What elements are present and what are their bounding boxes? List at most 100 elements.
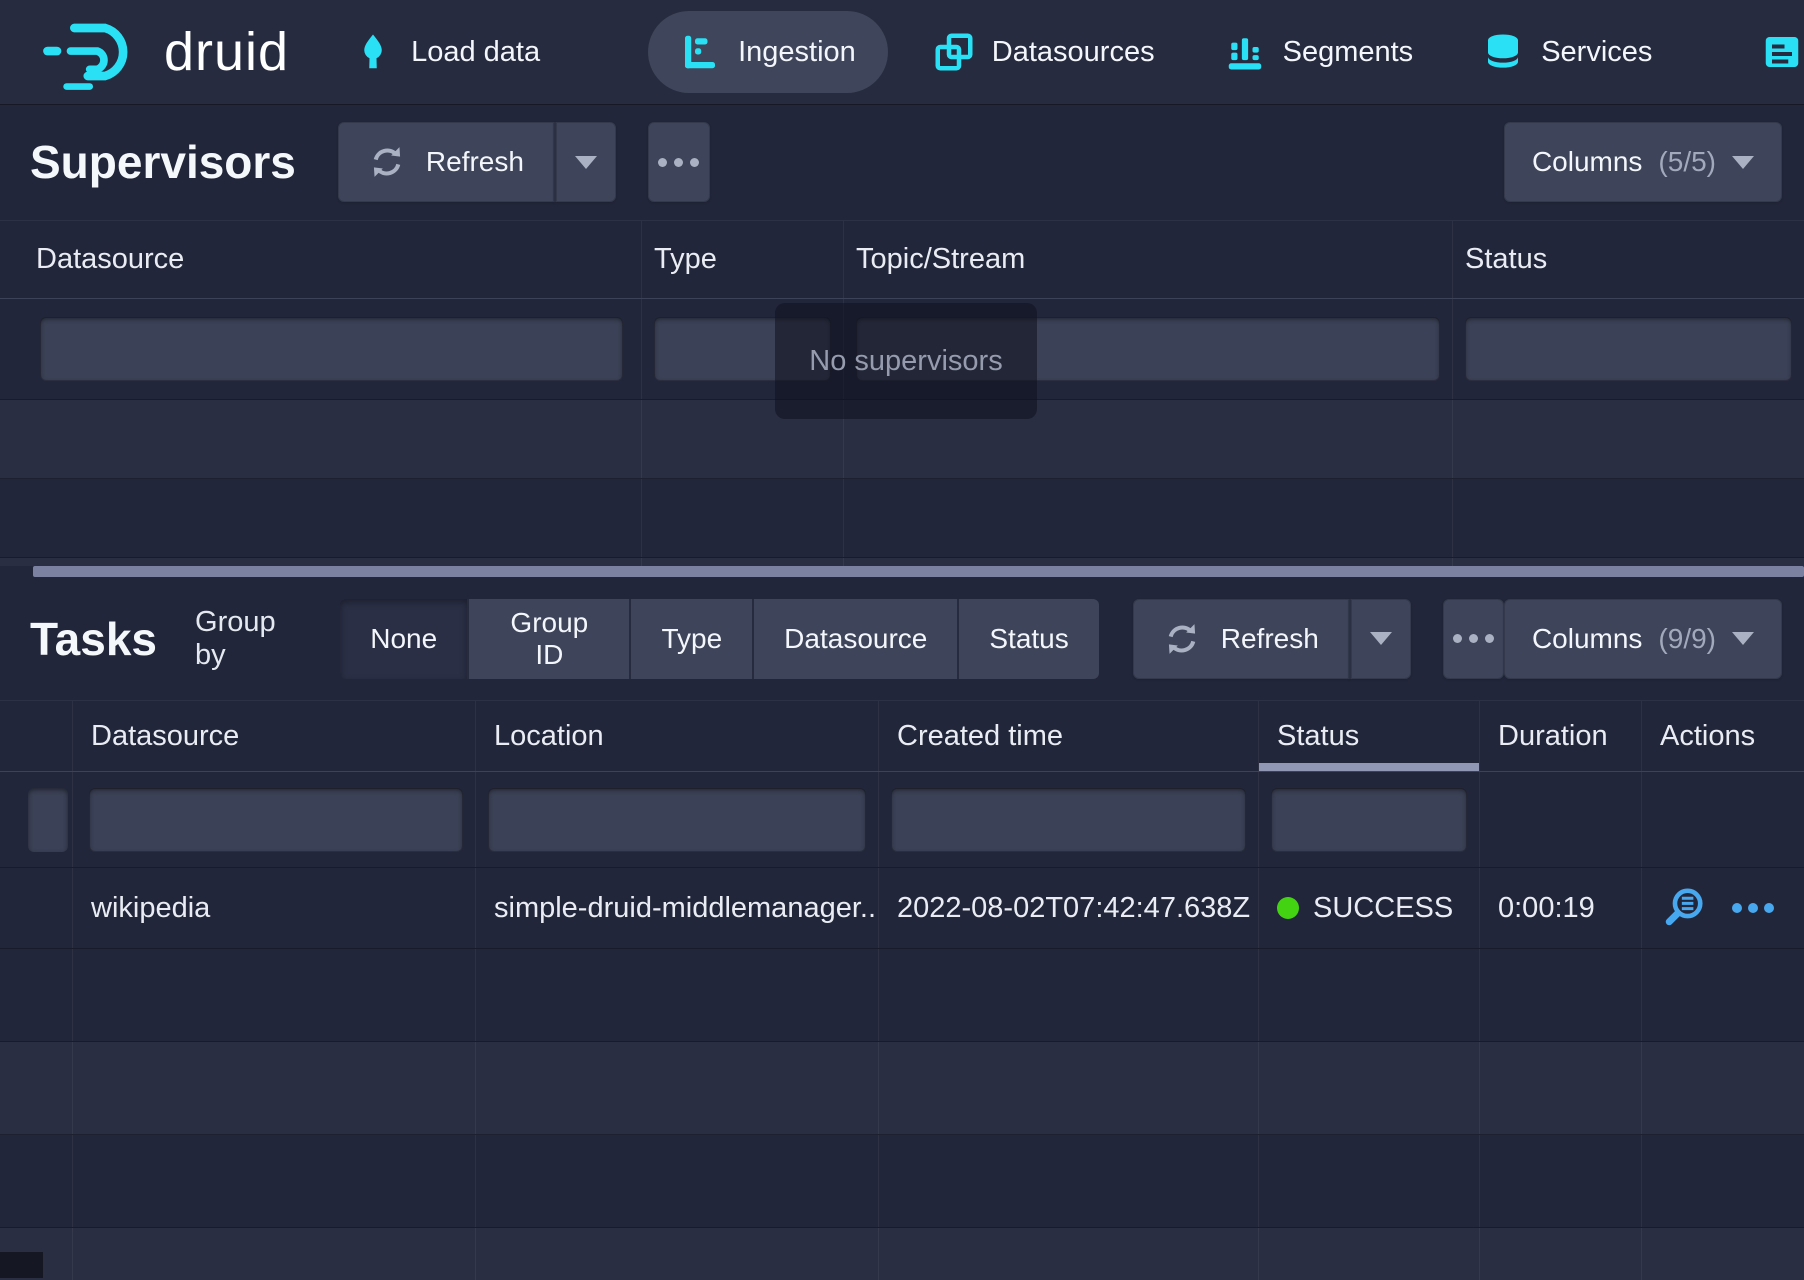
group-by-button-group: None Group ID Type Datasource Status: [340, 599, 1098, 679]
search-detail-icon[interactable]: [1660, 885, 1706, 931]
duration-cell: 0:00:19: [1479, 868, 1641, 948]
column-header-topic-stream[interactable]: Topic/Stream: [843, 221, 1452, 298]
tasks-refresh-button[interactable]: Refresh: [1133, 599, 1349, 679]
refresh-icon: [1163, 620, 1201, 658]
created-time-filter-input[interactable]: [891, 788, 1246, 852]
status-success-dot: [1277, 897, 1299, 919]
tasks-toolbar: Tasks Group by None Group ID Type Dataso…: [0, 577, 1804, 700]
group-by-group-id-button[interactable]: Group ID: [467, 599, 629, 679]
columns-count: (9/9): [1658, 623, 1716, 655]
supervisors-table-header: Datasource Type Topic/Stream Status: [0, 221, 1804, 299]
nav-item-label: Datasources: [992, 36, 1155, 69]
status-filter-input[interactable]: [1465, 317, 1792, 381]
table-row-wikipedia[interactable]: wikipedia simple-druid-middlemanager... …: [0, 868, 1804, 949]
datasource-filter-input[interactable]: [40, 317, 623, 381]
column-header-status[interactable]: Status: [1452, 221, 1804, 298]
nav-item-label: Segments: [1283, 36, 1414, 69]
tasks-columns-button[interactable]: Columns (9/9): [1504, 599, 1782, 679]
segments-icon: [1225, 32, 1265, 72]
group-by-status-button[interactable]: Status: [957, 599, 1098, 679]
druid-logo-icon: [34, 11, 154, 93]
no-supervisors-message: No supervisors: [775, 303, 1037, 419]
refresh-label: Refresh: [426, 146, 524, 178]
tasks-filter-row: [0, 772, 1804, 868]
column-header-actions[interactable]: Actions: [1641, 701, 1804, 771]
actions-cell: [1641, 868, 1804, 948]
location-filter-input[interactable]: [488, 788, 866, 852]
table-row-empty: [0, 1042, 1804, 1135]
horizontal-scrollbar[interactable]: [33, 566, 1804, 577]
supervisors-refresh-split-button: Refresh: [338, 122, 616, 202]
supervisors-refresh-caret-button[interactable]: [554, 122, 616, 202]
column-header-duration[interactable]: Duration: [1479, 701, 1641, 771]
expander-filter-input[interactable]: [28, 788, 68, 852]
columns-label: Columns: [1532, 623, 1642, 655]
supervisors-refresh-button[interactable]: Refresh: [338, 122, 554, 202]
brand-name: druid: [164, 21, 289, 83]
tasks-refresh-caret-button[interactable]: [1349, 599, 1411, 679]
table-row-empty: [0, 1135, 1804, 1228]
scrollbar-corner: [0, 1252, 43, 1278]
status-filter-input[interactable]: [1271, 788, 1467, 852]
services-icon: [1483, 32, 1523, 72]
tasks-table-header: Datasource Location Created time Status …: [0, 701, 1804, 772]
refresh-label: Refresh: [1221, 623, 1319, 655]
column-header-type[interactable]: Type: [641, 221, 843, 298]
supervisors-table: Datasource Type Topic/Stream Status No s…: [0, 220, 1804, 566]
column-header-datasource[interactable]: Datasource: [72, 701, 475, 771]
navbar: druid Load data Ingestion: [0, 0, 1804, 104]
table-row-empty: [0, 479, 1804, 558]
supervisors-title: Supervisors: [30, 135, 296, 189]
datasource-cell[interactable]: wikipedia: [72, 868, 475, 948]
supervisors-more-button[interactable]: [648, 122, 710, 202]
druid-logo[interactable]: druid: [34, 11, 289, 93]
row-more-icon[interactable]: [1732, 903, 1774, 913]
table-row-empty: [0, 558, 1804, 566]
nav-item-query[interactable]: Query: [1738, 11, 1804, 93]
column-header-expander: [0, 701, 72, 771]
column-header-created-time[interactable]: Created time: [878, 701, 1258, 771]
supervisors-columns-button[interactable]: Columns (5/5): [1504, 122, 1782, 202]
nav-item-label: Ingestion: [738, 36, 856, 69]
ingestion-icon: [680, 32, 720, 72]
nav-item-load-data[interactable]: Load data: [329, 11, 564, 93]
column-header-location[interactable]: Location: [475, 701, 878, 771]
column-header-status[interactable]: Status: [1258, 701, 1479, 771]
location-cell[interactable]: simple-druid-middlemanager...: [475, 868, 878, 948]
table-row-empty: [0, 1228, 1804, 1280]
sort-indicator: [1259, 763, 1479, 771]
group-by-datasource-button[interactable]: Datasource: [752, 599, 957, 679]
status-cell: SUCCESS: [1258, 868, 1479, 948]
tasks-refresh-split-button: Refresh: [1133, 599, 1411, 679]
nav-item-label: Load data: [411, 36, 540, 69]
group-by-none-button[interactable]: None: [340, 599, 467, 679]
tasks-table: Datasource Location Created time Status …: [0, 700, 1804, 1280]
nav-item-ingestion[interactable]: Ingestion: [648, 11, 888, 93]
datasource-filter-input[interactable]: [89, 788, 463, 852]
query-icon: [1762, 32, 1802, 72]
chevron-down-icon: [575, 156, 597, 169]
status-header-label: Status: [1277, 720, 1359, 753]
tasks-more-button[interactable]: [1443, 599, 1504, 679]
columns-label: Columns: [1532, 146, 1642, 178]
chevron-down-icon: [1370, 632, 1392, 645]
created-time-cell: 2022-08-02T07:42:47.638Z: [878, 868, 1258, 948]
more-icon: [658, 158, 699, 167]
row-expander-cell: [0, 868, 72, 948]
group-by-type-button[interactable]: Type: [629, 599, 752, 679]
datasources-icon: [934, 32, 974, 72]
more-icon: [1453, 634, 1494, 643]
column-header-datasource[interactable]: Datasource: [0, 221, 641, 298]
chevron-down-icon: [1732, 632, 1754, 645]
status-badge: SUCCESS: [1313, 892, 1453, 925]
nav-item-services[interactable]: Services: [1459, 11, 1676, 93]
nav-item-datasources[interactable]: Datasources: [910, 11, 1179, 93]
table-row-empty: [0, 949, 1804, 1042]
columns-count: (5/5): [1658, 146, 1716, 178]
chevron-down-icon: [1732, 156, 1754, 169]
tasks-title: Tasks: [30, 612, 157, 666]
nav-item-label: Services: [1541, 36, 1652, 69]
refresh-icon: [368, 143, 406, 181]
nav-item-segments[interactable]: Segments: [1201, 11, 1438, 93]
group-by-label: Group by: [195, 606, 312, 672]
